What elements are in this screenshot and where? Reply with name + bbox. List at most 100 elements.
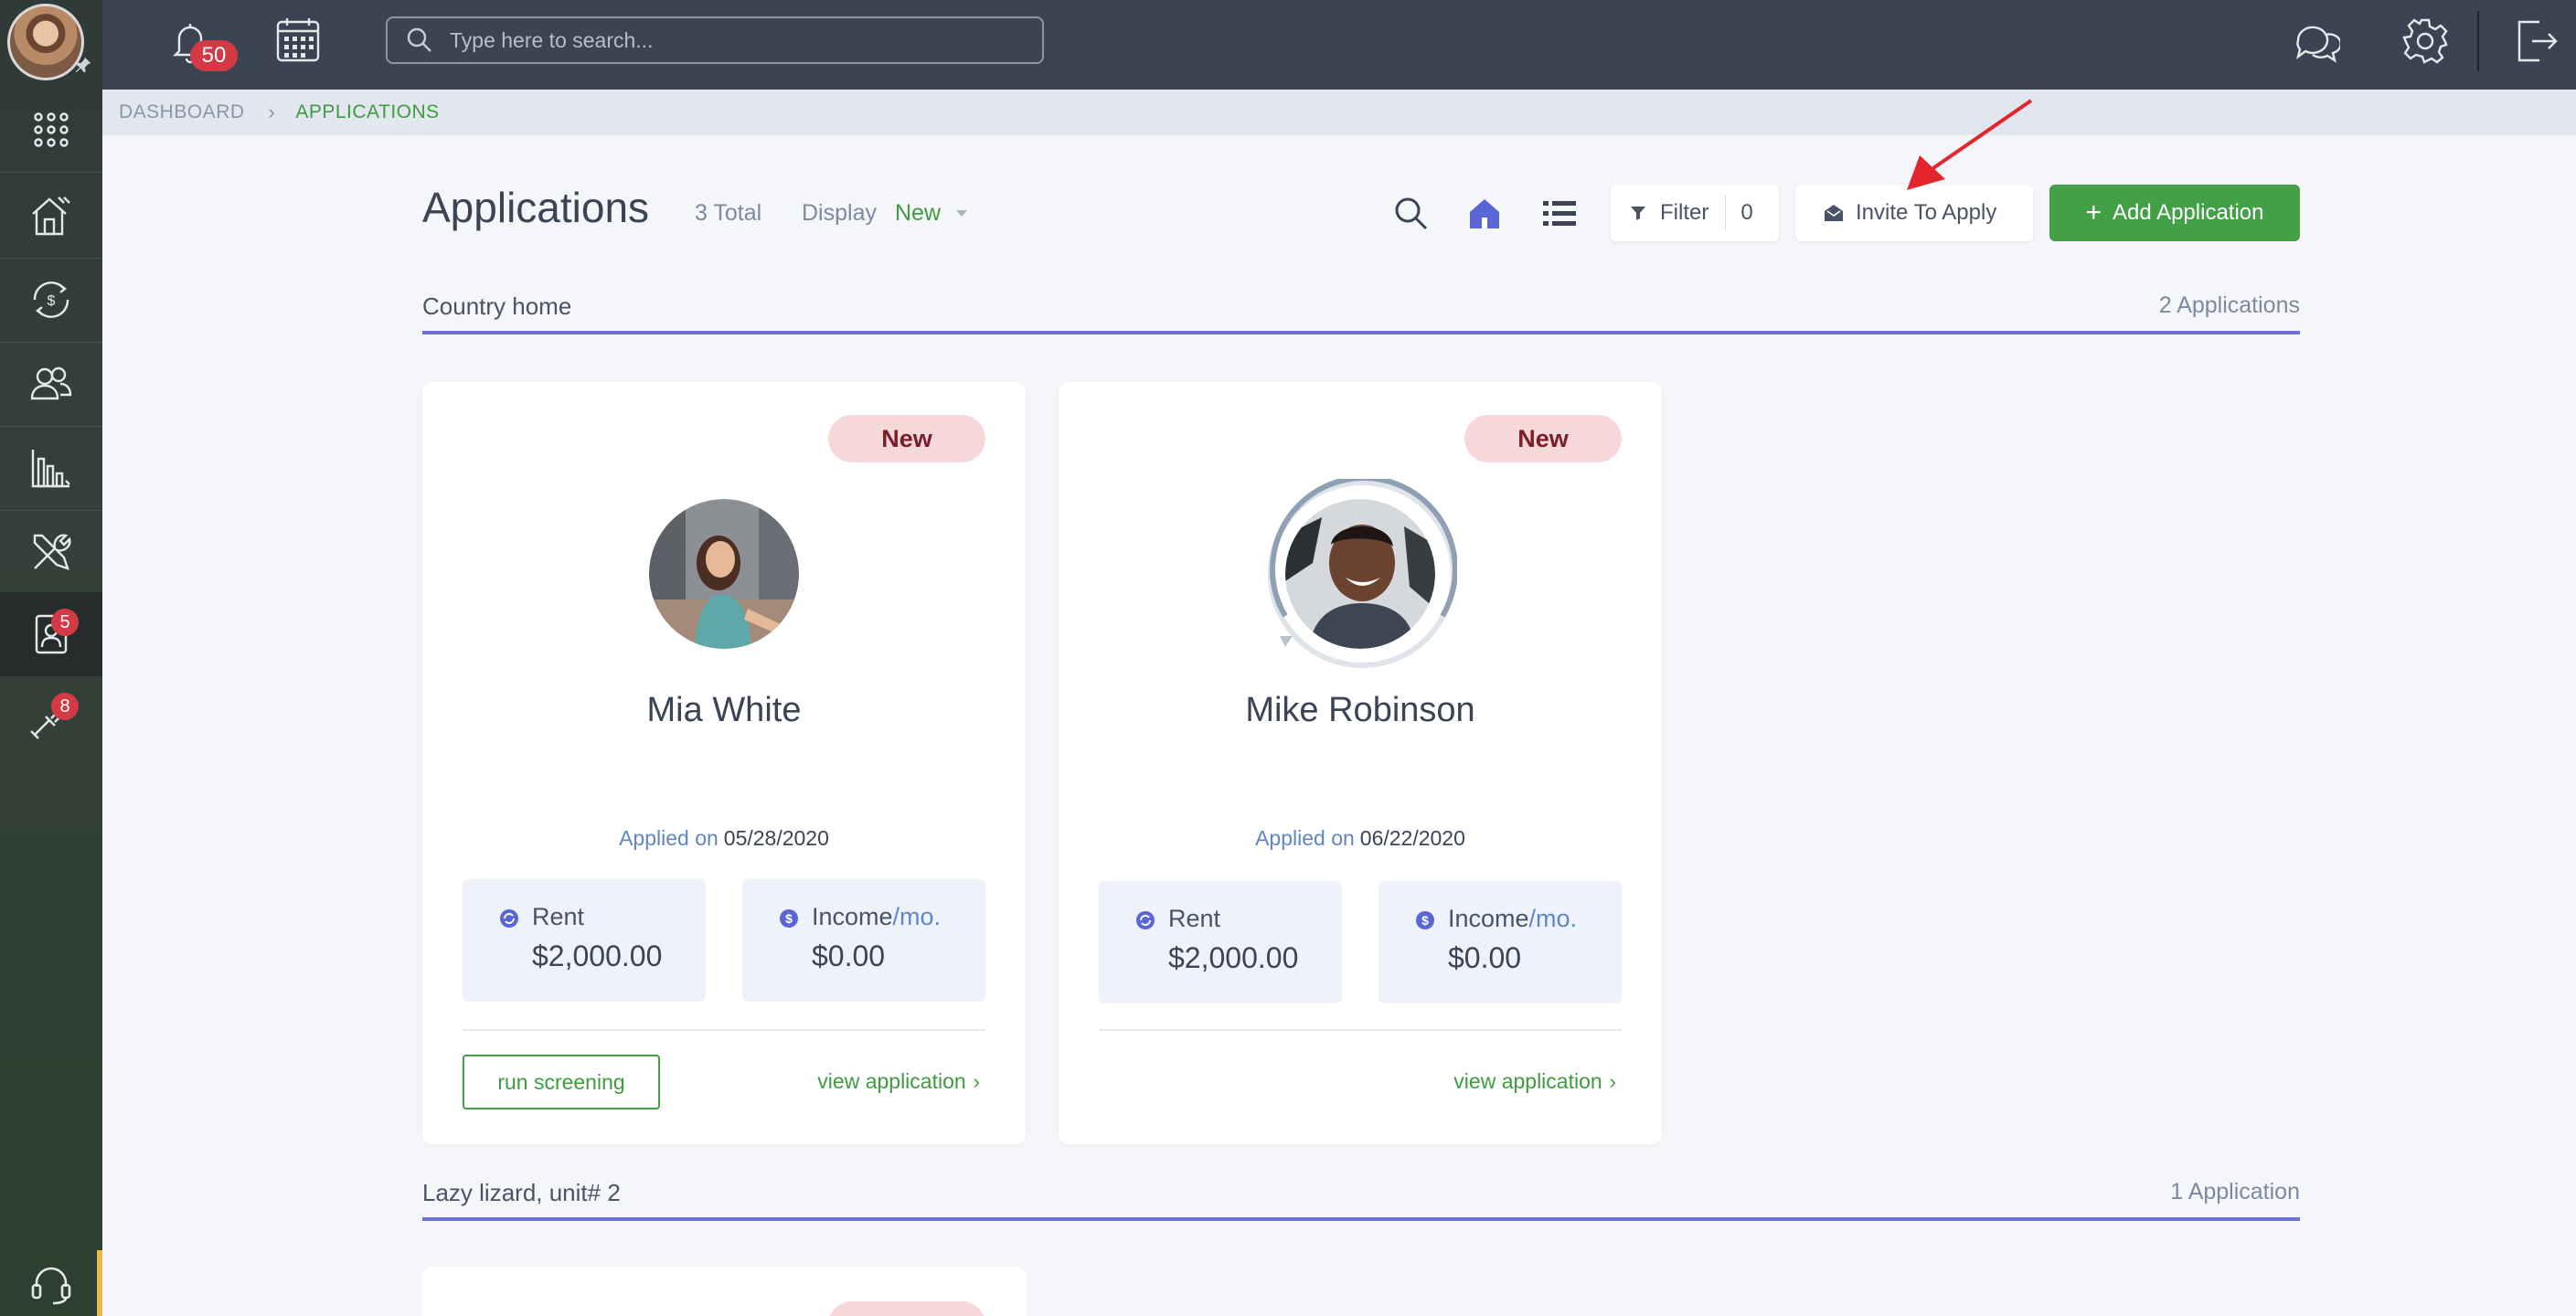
calendar-icon[interactable] <box>274 16 322 64</box>
sidebar-item-apps[interactable] <box>0 88 102 172</box>
left-sidebar: $ 5 8 <box>0 0 102 1316</box>
notification-count-badge: 50 <box>190 40 238 71</box>
sidebar-item-reports[interactable] <box>0 426 102 510</box>
income-label-text: Income <box>812 903 893 930</box>
apps-grid-icon <box>34 112 69 147</box>
pin-icon[interactable] <box>73 55 93 75</box>
svg-text:$: $ <box>1421 913 1429 928</box>
svg-text:$: $ <box>785 911 793 926</box>
caret-down-icon[interactable] <box>954 207 969 221</box>
svg-text:$: $ <box>48 293 56 309</box>
status-badge: New <box>828 415 985 462</box>
applied-label: Applied on <box>1255 826 1355 850</box>
applied-on: Applied on 05/28/2020 <box>422 826 1026 851</box>
sidebar-item-people[interactable] <box>0 342 102 426</box>
property-view-icon[interactable] <box>1464 194 1505 234</box>
search-icon <box>407 27 431 52</box>
rent-label: Rent <box>532 903 585 930</box>
income-unit: /mo. <box>892 903 942 930</box>
card-divider <box>463 1029 985 1031</box>
applied-on: Applied on 06/22/2020 <box>1059 826 1662 851</box>
application-card[interactable]: New Mike Robinson Applied on 06/22/2020 R… <box>1059 382 1662 1144</box>
envelope-open-icon <box>1825 205 1843 221</box>
applied-label: Applied on <box>619 826 719 850</box>
status-badge: New <box>1464 415 1622 462</box>
gear-icon[interactable] <box>2400 16 2450 66</box>
income-value: $0.00 <box>1448 941 1522 974</box>
group-header: Lazy lizard, unit# 2 1 Application <box>422 1179 2300 1221</box>
income-label: Income/mo. <box>1448 905 1577 933</box>
income-stat: $ Income/mo. $0.00 <box>742 879 985 1002</box>
invite-label: Invite To Apply <box>1856 200 1997 225</box>
group-name: Country home <box>422 292 572 320</box>
rent-icon <box>1136 911 1155 929</box>
total-count: 3 Total <box>695 200 762 226</box>
breadcrumb-chevron-icon: › <box>268 101 276 123</box>
view-application-link[interactable]: view application › <box>1453 1069 1616 1094</box>
search-input[interactable] <box>450 27 1017 53</box>
sidebar-item-maintenance[interactable] <box>0 510 102 594</box>
status-badge <box>828 1301 985 1316</box>
support-accent-bar <box>97 1250 102 1316</box>
global-search[interactable] <box>386 16 1044 64</box>
view-application-label: view application <box>817 1069 966 1093</box>
add-application-label: Add Application <box>2113 200 2264 225</box>
plus-icon: + <box>2085 197 2102 228</box>
rent-value: $2,000.00 <box>1168 941 1299 974</box>
filter-count: 0 <box>1740 200 1753 225</box>
payments-cycle-icon: $ <box>33 281 69 318</box>
view-application-label: view application <box>1453 1069 1602 1093</box>
rent-stat: Rent $2,000.00 <box>463 879 706 1002</box>
sidebar-item-marketing[interactable]: 8 <box>0 676 102 760</box>
display-select[interactable]: New <box>895 200 941 227</box>
applicant-name: Mike Robinson <box>1245 691 1475 729</box>
sidebar-item-properties[interactable] <box>0 174 102 258</box>
chevron-right-icon: › <box>1609 1070 1616 1093</box>
breadcrumb: DASHBOARD › APPLICATIONS <box>102 90 2576 135</box>
list-view-icon[interactable] <box>1539 194 1580 234</box>
people-icon <box>30 366 72 400</box>
group-count: 1 Application <box>2170 1179 2300 1205</box>
add-application-button[interactable]: + Add Application <box>2049 185 2300 241</box>
run-screening-button[interactable]: run screening <box>463 1055 660 1109</box>
reports-chart-icon <box>31 450 70 488</box>
page-title: Applications <box>422 184 650 231</box>
rent-icon <box>500 909 518 928</box>
income-label-text: Income <box>1448 905 1529 932</box>
applied-date: 06/22/2020 <box>1359 826 1465 850</box>
income-value: $0.00 <box>812 939 886 972</box>
group-name: Lazy lizard, unit# 2 <box>422 1179 621 1206</box>
rent-stat: Rent $2,000.00 <box>1099 881 1342 1003</box>
topbar-divider <box>2477 11 2479 71</box>
view-application-link[interactable]: view application › <box>817 1069 980 1094</box>
income-dollar-icon: $ <box>1416 911 1434 929</box>
income-label: Income/mo. <box>812 903 941 931</box>
rent-label: Rent <box>1168 905 1221 932</box>
property-house-icon <box>32 196 70 236</box>
sidebar-item-applications[interactable]: 5 <box>0 592 102 676</box>
display-label: Display <box>802 200 877 226</box>
breadcrumb-applications: APPLICATIONS <box>295 101 440 122</box>
chevron-right-icon: › <box>973 1070 980 1093</box>
income-unit: /mo. <box>1528 905 1578 932</box>
group-count: 2 Applications <box>2158 292 2300 318</box>
chat-icon[interactable] <box>2291 16 2340 66</box>
maintenance-tools-icon <box>33 534 71 570</box>
search-icon[interactable] <box>1391 194 1432 234</box>
rent-value: $2,000.00 <box>532 939 663 972</box>
breadcrumb-dashboard[interactable]: DASHBOARD <box>119 101 245 123</box>
application-card[interactable] <box>422 1267 1026 1316</box>
sidebar-item-payments[interactable]: $ <box>0 258 102 342</box>
applications-badge: 5 <box>51 609 79 636</box>
filter-funnel-icon <box>1631 207 1645 220</box>
application-card[interactable]: New Mia White Applied on 05/28/2020 Rent … <box>422 382 1026 1144</box>
logout-icon[interactable] <box>2512 16 2561 66</box>
support-button[interactable] <box>0 1250 102 1316</box>
marketing-badge: 8 <box>51 693 79 720</box>
applicant-photo <box>1285 499 1435 649</box>
filter-divider <box>1725 196 1727 230</box>
group-divider <box>422 1217 2300 1221</box>
card-divider <box>1099 1029 1622 1031</box>
applicant-name: Mia White <box>646 691 802 729</box>
filter-button[interactable]: Filter 0 <box>1611 185 1779 241</box>
